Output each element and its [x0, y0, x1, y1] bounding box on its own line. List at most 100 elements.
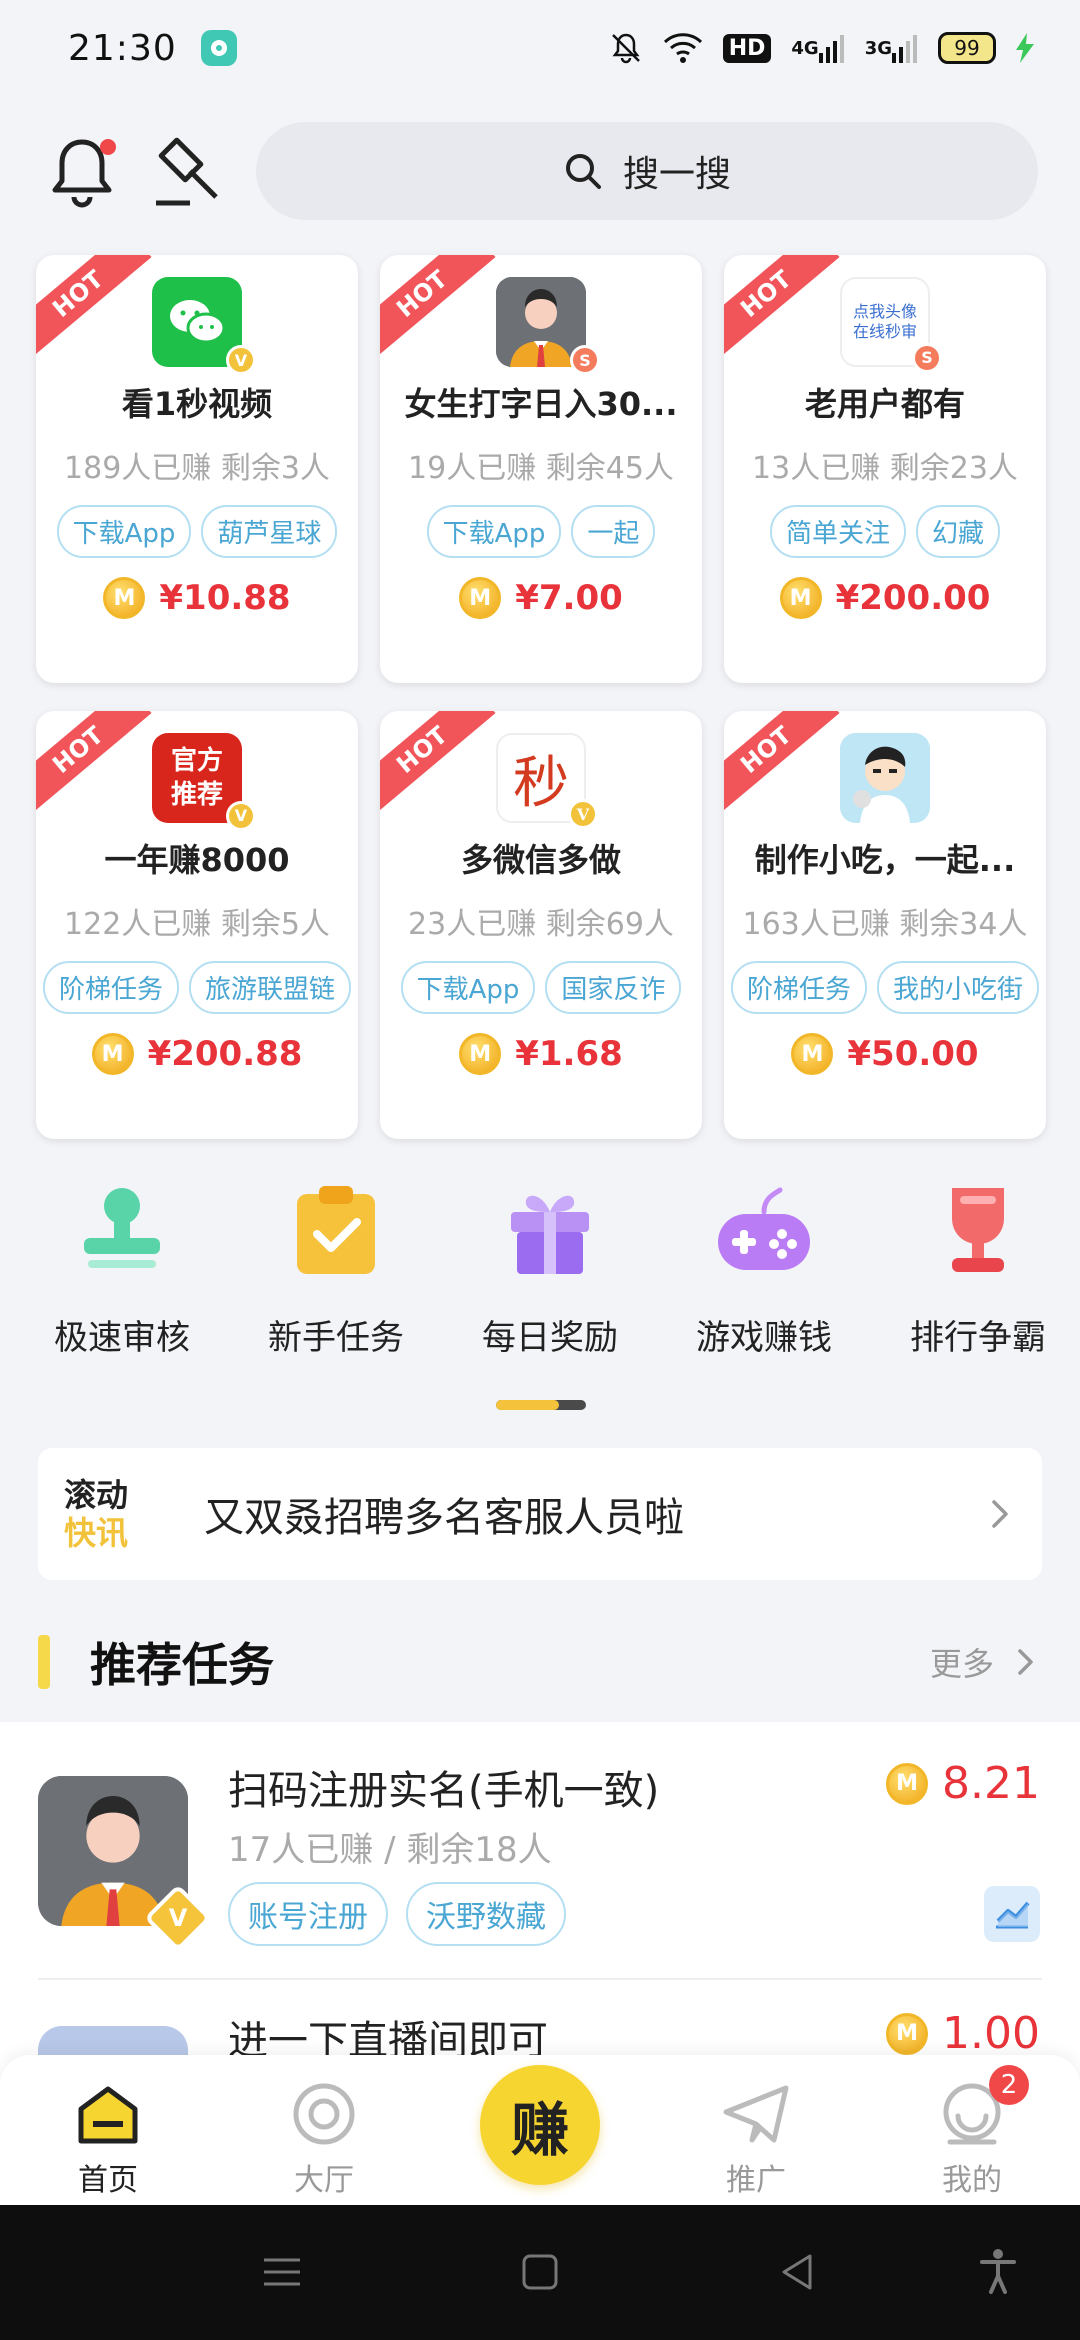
chevron-right-icon	[992, 1500, 1008, 1528]
coin-icon: M	[459, 1033, 502, 1075]
card-price: ¥200.88	[147, 1034, 303, 1074]
hall-circle-icon	[289, 2079, 359, 2149]
task-price: 8.21	[942, 1758, 1040, 1809]
card-stats: 13人已赚 剩余23人	[752, 451, 1018, 486]
card-title: 多微信多做	[460, 841, 621, 879]
news-text: 又双叒招聘多名客服人员啦	[204, 1495, 684, 1541]
menu-icon[interactable]	[252, 2247, 312, 2297]
earn-button[interactable]: 赚	[480, 2065, 600, 2185]
s-badge: S	[570, 345, 600, 375]
back-triangle-icon[interactable]	[768, 2247, 828, 2297]
category-label: 每日奖励	[482, 1318, 618, 1358]
signal-4g-icon: 4G	[791, 33, 844, 63]
news-label: 滚动 快讯	[64, 1476, 129, 1552]
nav-mine[interactable]: 2 我的	[892, 2065, 1052, 2199]
notification-count-badge: 2	[989, 2065, 1029, 2105]
trend-chart-icon[interactable]	[984, 1886, 1040, 1942]
verified-badge: V	[226, 801, 256, 831]
card-title: 女生打字日入30...	[404, 385, 678, 423]
card-tag: 下载App	[56, 505, 192, 558]
hot-ribbon: HOT	[724, 711, 840, 816]
trophy-icon	[928, 1180, 1028, 1280]
task-card[interactable]: HOT 官方 推荐 V 一年赚8000 122人已赚 剩余5人 阶梯任务 旅游联盟…	[36, 711, 358, 1139]
task-card[interactable]: HOT 点我头像 在线秒审 S 老用户都有 13人已赚 剩余23人 简单关注 幻藏…	[724, 255, 1046, 683]
task-title: 扫码注册实名(手机一致)	[228, 1768, 660, 1814]
card-stats: 163人已赚 剩余34人	[742, 907, 1028, 942]
category-newbie-tasks[interactable]: 新手任务	[236, 1180, 436, 1359]
card-tag: 下载App	[426, 505, 562, 558]
mute-icon	[609, 31, 643, 65]
card-tag: 葫芦星球	[201, 505, 338, 558]
category-scroll-indicator	[496, 1400, 586, 1410]
section-title: 推荐任务	[90, 1638, 274, 1692]
search-input[interactable]: 搜一搜	[256, 122, 1038, 220]
cartoon-chef-icon	[840, 733, 930, 823]
hot-ribbon: HOT	[36, 255, 152, 360]
card-tag: 阶梯任务	[42, 961, 179, 1014]
category-daily-reward[interactable]: 每日奖励	[450, 1180, 650, 1359]
review-logo-icon: 点我头像 在线秒审 S	[840, 277, 942, 373]
battery-icon: 99	[938, 32, 996, 64]
category-label: 新手任务	[268, 1318, 404, 1358]
category-row: 极速审核 新手任务 每日奖励 游戏赚钱 排行争霸	[0, 1180, 1080, 1380]
card-stats: 189人已赚 剩余3人	[64, 451, 330, 486]
nav-hall[interactable]: 大厅	[244, 2079, 404, 2199]
card-title: 看1秒视频	[121, 385, 273, 423]
card-stats: 122人已赚 剩余5人	[64, 907, 330, 942]
category-game-earn[interactable]: 游戏赚钱	[664, 1180, 864, 1359]
chevron-right-icon	[1018, 1649, 1033, 1675]
nav-home[interactable]: 首页	[28, 2079, 188, 2199]
category-ranking[interactable]: 排行争霸	[878, 1180, 1078, 1359]
coin-icon: M	[886, 1762, 929, 1805]
card-title: 老用户都有	[804, 385, 965, 423]
header: 搜一搜	[0, 96, 1080, 246]
task-card[interactable]: HOT S 女生打字日入30... 19人已赚 剩余45人 下载App 一起 M ¥…	[380, 255, 702, 683]
category-label: 游戏赚钱	[696, 1318, 832, 1358]
list-divider	[38, 1978, 1042, 1980]
category-label: 排行争霸	[910, 1318, 1046, 1358]
official-recommend-logo-icon: 官方 推荐 V	[152, 733, 256, 831]
wechat-logo-icon: V	[152, 277, 256, 375]
s-badge: S	[912, 343, 942, 373]
coin-icon: M	[779, 577, 822, 619]
paper-plane-icon	[721, 2079, 791, 2149]
person-avatar-icon: S	[496, 277, 600, 375]
card-stats: 23人已赚 剩余69人	[408, 907, 674, 942]
card-tag: 我的小吃街	[877, 961, 1040, 1014]
charging-icon	[1016, 33, 1034, 63]
clipboard-check-icon	[286, 1180, 386, 1280]
hot-ribbon: HOT	[36, 711, 152, 816]
gavel-icon	[156, 137, 218, 206]
wifi-icon	[663, 32, 703, 64]
auction-button[interactable]	[148, 131, 228, 211]
search-icon	[565, 154, 601, 189]
list-item[interactable]: V 扫码注册实名(手机一致) 17人已赚 / 剩余18人 账号注册 沃野数藏 M…	[0, 1722, 1080, 1978]
news-ticker[interactable]: 滚动 快讯 又双叒招聘多名客服人员啦	[38, 1448, 1042, 1580]
card-tag: 阶梯任务	[730, 961, 867, 1014]
notification-button[interactable]	[42, 131, 122, 211]
category-fast-review[interactable]: 极速审核	[22, 1180, 222, 1359]
nav-promote[interactable]: 推广	[676, 2079, 836, 2199]
coin-icon: M	[103, 577, 146, 619]
category-label: 极速审核	[54, 1318, 190, 1358]
task-card[interactable]: HOT 秒 V 多微信多做 23人已赚 剩余69人 下载App 国家反诈 M ¥1.…	[380, 711, 702, 1139]
gamepad-icon	[714, 1180, 814, 1280]
notification-dot	[100, 139, 116, 155]
hot-ribbon: HOT	[724, 255, 840, 360]
coin-icon: M	[459, 577, 502, 619]
coin-icon: M	[886, 2012, 929, 2055]
signal-3g-icon: 3G	[865, 33, 918, 63]
home-square-icon[interactable]	[510, 2247, 570, 2297]
hot-ribbon: HOT	[380, 255, 496, 360]
task-tag: 账号注册	[228, 1882, 388, 1946]
more-link[interactable]: 更多	[930, 1639, 1042, 1685]
card-tag: 旅游联盟链	[189, 961, 352, 1014]
bottom-nav: 首页 大厅 赚 推广 2 我的	[0, 2055, 1080, 2205]
accessibility-icon[interactable]	[968, 2247, 1028, 2297]
card-tag: 一起	[571, 505, 656, 558]
status-time: 21:30	[68, 27, 177, 69]
task-card[interactable]: HOT 制作小吃，一起... 163人已赚 剩余34人 阶梯任务 我的小吃街 M ¥…	[724, 711, 1046, 1139]
card-price: ¥7.00	[515, 578, 623, 618]
task-card[interactable]: HOT V 看1秒视频 189人已赚 剩余3人 下载App 葫芦星球 M ¥10.8…	[36, 255, 358, 683]
home-icon	[73, 2079, 143, 2149]
